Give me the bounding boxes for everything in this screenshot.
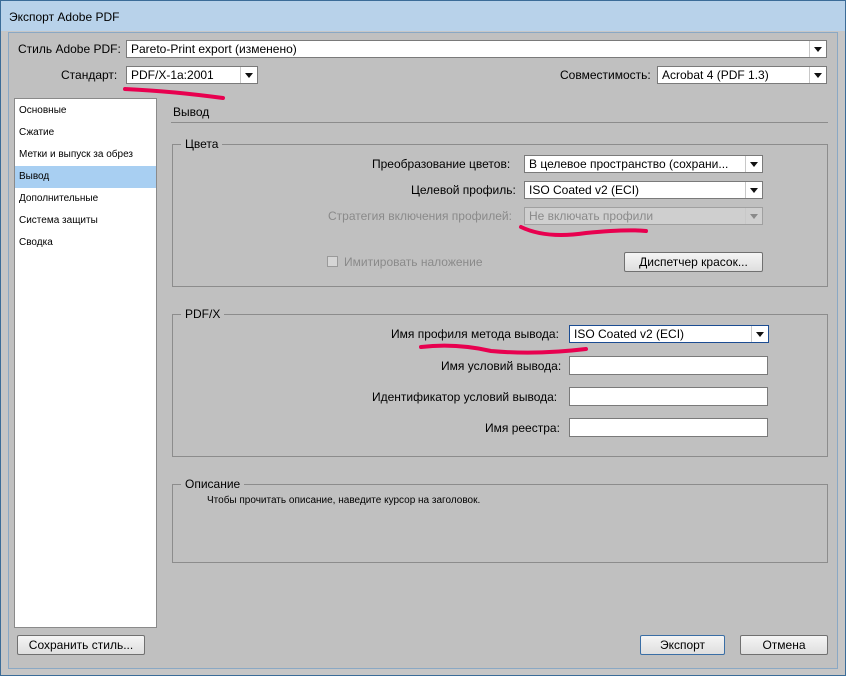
style-dropdown[interactable]: Pareto-Print export (изменено) — [126, 40, 827, 58]
compat-value: Acrobat 4 (PDF 1.3) — [662, 68, 769, 82]
registry-label: Имя реестра: — [485, 421, 560, 435]
chevron-down-icon — [745, 156, 762, 172]
ink-manager-button[interactable]: Диспетчер красок... — [624, 252, 763, 272]
chevron-down-icon — [809, 67, 826, 83]
sidebar-item-marks-bleeds[interactable]: Метки и выпуск за обрез — [15, 144, 156, 166]
sidebar-item-output[interactable]: Вывод — [15, 166, 156, 188]
chevron-down-icon — [745, 208, 762, 224]
target-profile-dropdown[interactable]: ISO Coated v2 (ECI) — [524, 181, 763, 199]
description-text: Чтобы прочитать описание, наведите курсо… — [207, 495, 481, 506]
output-intent-dropdown[interactable]: ISO Coated v2 (ECI) — [569, 325, 769, 343]
conversion-value: В целевое пространство (сохрани... — [529, 157, 729, 171]
inclusion-dropdown[interactable]: Не включать профили — [524, 207, 763, 225]
simulate-label: Имитировать наложение — [344, 255, 483, 269]
chevron-down-icon — [751, 326, 768, 342]
export-pdf-dialog: Экспорт Adobe PDF Стиль Adobe PDF: Paret… — [0, 0, 846, 676]
sidebar-item-advanced[interactable]: Дополнительные — [15, 188, 156, 210]
inclusion-label: Стратегия включения профилей: — [328, 209, 512, 223]
inclusion-value: Не включать профили — [529, 209, 654, 223]
target-profile-label: Целевой профиль: — [411, 183, 516, 197]
conversion-label: Преобразование цветов: — [372, 157, 511, 171]
standard-value: PDF/X-1a:2001 — [131, 68, 214, 82]
simulate-checkbox[interactable] — [327, 256, 338, 267]
sidebar: Основные Сжатие Метки и выпуск за обрез … — [14, 98, 157, 628]
target-profile-value: ISO Coated v2 (ECI) — [529, 183, 640, 197]
standard-label: Стандарт: — [61, 68, 118, 82]
chevron-down-icon — [745, 182, 762, 198]
window-title: Экспорт Adobe PDF — [9, 10, 120, 24]
conversion-dropdown[interactable]: В целевое пространство (сохрани... — [524, 155, 763, 173]
output-intent-value: ISO Coated v2 (ECI) — [574, 327, 685, 341]
chevron-down-icon — [240, 67, 257, 83]
cancel-button[interactable]: Отмена — [740, 635, 828, 655]
export-button[interactable]: Экспорт — [640, 635, 725, 655]
sidebar-item-security[interactable]: Система защиты — [15, 210, 156, 232]
sidebar-item-compression[interactable]: Сжатие — [15, 122, 156, 144]
output-intent-label: Имя профиля метода вывода: — [391, 327, 559, 341]
style-value: Pareto-Print export (изменено) — [131, 42, 297, 56]
condition-name-label: Имя условий вывода: — [441, 359, 562, 373]
colors-group-title: Цвета — [181, 137, 223, 151]
compat-label: Совместимость: — [560, 68, 651, 82]
chevron-down-icon — [809, 41, 826, 57]
sidebar-item-general[interactable]: Основные — [15, 100, 156, 122]
condition-id-label: Идентификатор условий вывода: — [372, 390, 558, 404]
condition-id-input[interactable] — [569, 387, 768, 406]
compat-dropdown[interactable]: Acrobat 4 (PDF 1.3) — [657, 66, 827, 84]
style-label: Стиль Adobe PDF: — [18, 42, 121, 56]
save-style-button[interactable]: Сохранить стиль... — [17, 635, 145, 655]
description-group-title: Описание — [181, 477, 245, 491]
section-divider — [171, 122, 828, 123]
standard-dropdown[interactable]: PDF/X-1a:2001 — [126, 66, 258, 84]
condition-name-input[interactable] — [569, 356, 768, 375]
pdfx-group-title: PDF/X — [181, 307, 225, 321]
title-bar[interactable]: Экспорт Adobe PDF — [1, 1, 845, 31]
registry-input[interactable] — [569, 418, 768, 437]
section-title: Вывод — [173, 105, 210, 119]
sidebar-item-summary[interactable]: Сводка — [15, 232, 156, 254]
